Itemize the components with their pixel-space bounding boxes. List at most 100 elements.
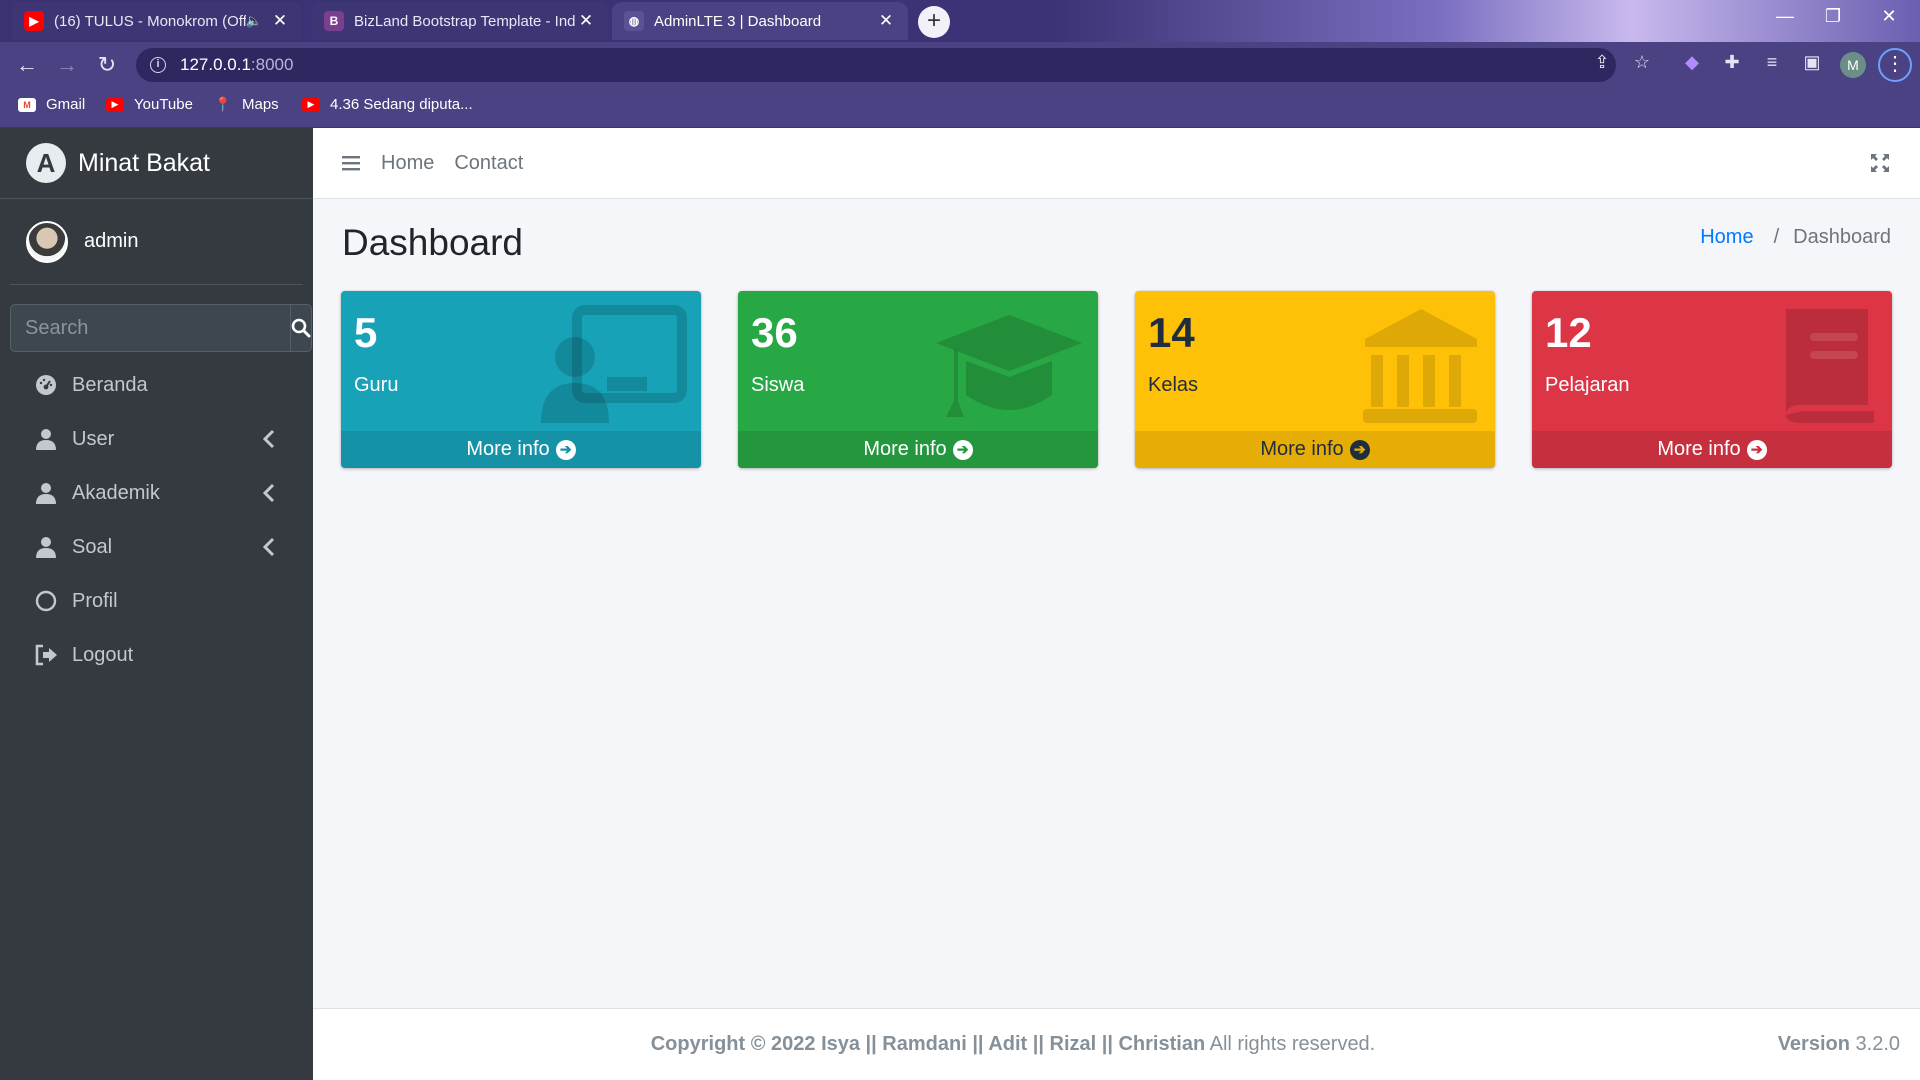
hamburger-menu-icon[interactable]	[341, 153, 361, 173]
stat-value: 14	[1148, 309, 1195, 356]
more-info-link[interactable]: More info ➔	[1532, 431, 1892, 468]
bookmark-label: 4.36 Sedang diputa...	[330, 96, 473, 113]
back-icon[interactable]: ←	[14, 52, 40, 78]
new-tab-button[interactable]: +	[918, 6, 950, 38]
browser-tab-adminlte[interactable]: ◍ AdminLTE 3 | Dashboard ✕	[612, 2, 908, 40]
share-icon[interactable]: ⇪	[1589, 52, 1615, 73]
tab-title: (16) TULUS - Monokrom (Off	[54, 12, 246, 30]
sidebar-item-profil[interactable]: Profil	[10, 576, 303, 626]
more-info-label: More info	[1657, 438, 1741, 460]
chalkboard-teacher-icon	[541, 305, 687, 423]
more-info-label: More info	[863, 438, 947, 460]
brand-name: Minat Bakat	[78, 148, 211, 177]
sidebar-item-akademik[interactable]: Akademik	[10, 468, 303, 518]
sidebar-item-label: Soal	[72, 535, 113, 558]
reload-icon[interactable]: ↻	[94, 52, 120, 78]
youtube-icon: ▶	[302, 97, 320, 112]
sidebar-item-label: User	[72, 427, 115, 450]
profile-avatar[interactable]: M	[1840, 52, 1866, 78]
close-tab-icon[interactable]: ✕	[270, 11, 290, 31]
more-info-label: More info	[466, 438, 550, 460]
chevron-left-icon	[262, 429, 275, 449]
copyright: Copyright © 2022 Isya || Ramdani || Adit…	[313, 1033, 1713, 1056]
stat-label: Kelas	[1148, 374, 1199, 396]
site-info-icon[interactable]: i	[150, 57, 166, 73]
sidebar-item-beranda[interactable]: Beranda	[10, 360, 303, 410]
youtube-icon: ▶	[24, 11, 44, 31]
user-panel[interactable]: admin	[10, 199, 303, 285]
maps-icon: 📍	[214, 96, 232, 112]
close-tab-icon[interactable]: ✕	[576, 11, 596, 31]
more-info-link[interactable]: More info ➔	[1135, 431, 1495, 468]
university-icon	[1363, 309, 1477, 423]
stat-value: 36	[751, 309, 798, 356]
main-footer: Copyright © 2022 Isya || Ramdani || Adit…	[313, 1008, 1920, 1080]
book-icon	[1786, 309, 1874, 423]
user-avatar	[26, 220, 68, 263]
arrow-circle-right-icon: ➔	[952, 439, 973, 460]
stat-label: Guru	[354, 374, 399, 396]
nav-link-contact[interactable]: Contact	[454, 152, 523, 175]
bookmark-youtube[interactable]: ▶ YouTube	[106, 96, 193, 113]
browser-tab-youtube[interactable]: ▶ (16) TULUS - Monokrom (Off 🔈 ✕	[12, 2, 302, 40]
stat-label: Siswa	[751, 374, 805, 396]
close-tab-icon[interactable]: ✕	[876, 11, 896, 31]
bookmark-label: YouTube	[134, 96, 193, 113]
star-icon[interactable]: ☆	[1629, 52, 1655, 73]
stat-cards: 5 Guru More info ➔ 36 Siswa More info ➔ …	[341, 291, 1892, 468]
side-panel-icon[interactable]: ▣	[1799, 52, 1825, 73]
forward-icon[interactable]: →	[54, 52, 80, 78]
globe-icon: ◍	[624, 11, 644, 31]
stat-value: 12	[1545, 309, 1592, 356]
bootstrap-icon: B	[324, 11, 344, 31]
sidebar-menu: Beranda User Akademik Soal Profil Logout	[10, 360, 303, 684]
sign-out-icon	[34, 643, 58, 667]
tab-title: BizLand Bootstrap Template - Ind	[354, 12, 576, 30]
stat-label: Pelajaran	[1545, 374, 1630, 396]
bookmarks-bar: M Gmail ▶ YouTube 📍 Maps ▶ 4.36 Sedang d…	[0, 88, 1920, 128]
more-info-link[interactable]: More info ➔	[738, 431, 1098, 468]
stat-card-guru: 5 Guru More info ➔	[341, 291, 701, 468]
fullscreen-icon[interactable]	[1870, 153, 1890, 173]
sidebar-item-user[interactable]: User	[10, 414, 303, 464]
chevron-left-icon	[262, 537, 275, 557]
stat-card-kelas: 14 Kelas More info ➔	[1135, 291, 1495, 468]
user-icon	[34, 481, 58, 505]
extensions-icon[interactable]: ✚	[1719, 52, 1745, 73]
extension-app-icon[interactable]: ◆	[1679, 52, 1705, 73]
nav-link-home[interactable]: Home	[381, 152, 434, 175]
sidebar-item-soal[interactable]: Soal	[10, 522, 303, 572]
sidebar-item-logout[interactable]: Logout	[10, 630, 303, 680]
brand-link[interactable]: A Minat Bakat	[0, 128, 313, 199]
version: Version 3.2.0	[1778, 1033, 1900, 1056]
minimize-icon[interactable]: —	[1770, 6, 1800, 27]
chevron-left-icon	[262, 483, 275, 503]
browser-tabstrip: ▶ (16) TULUS - Monokrom (Off 🔈 ✕ B BizLa…	[0, 0, 1920, 42]
more-info-link[interactable]: More info ➔	[341, 431, 701, 468]
breadcrumb-home-link[interactable]: Home	[1700, 226, 1753, 249]
bookmark-maps[interactable]: 📍 Maps	[214, 96, 279, 113]
youtube-icon: ▶	[106, 97, 124, 112]
bookmark-youtube-playing[interactable]: ▶ 4.36 Sedang diputa...	[302, 96, 473, 113]
browser-tab-bizland[interactable]: B BizLand Bootstrap Template - Ind ✕	[312, 2, 608, 40]
browser-menu-icon[interactable]: ⋮	[1878, 48, 1912, 82]
bookmark-gmail[interactable]: M Gmail	[18, 96, 85, 113]
restore-icon[interactable]: ❐	[1818, 6, 1848, 27]
sidebar-search-input[interactable]	[10, 304, 290, 352]
breadcrumb-separator: /	[1773, 226, 1780, 248]
tab-title: AdminLTE 3 | Dashboard	[654, 12, 822, 30]
address-bar[interactable]: i 127.0.0.1:8000	[136, 48, 1616, 82]
breadcrumb-current: Dashboard	[1793, 226, 1891, 248]
close-window-icon[interactable]: ✕	[1874, 6, 1904, 27]
sidebar-item-label: Profil	[72, 589, 118, 612]
stat-card-pelajaran: 12 Pelajaran More info ➔	[1532, 291, 1892, 468]
sidebar-search-button[interactable]	[290, 304, 312, 352]
media-queue-icon[interactable]: ≡	[1759, 52, 1785, 73]
bookmark-label: Maps	[242, 96, 279, 113]
tachometer-icon	[34, 373, 58, 397]
page-title: Dashboard	[342, 222, 524, 263]
main-header: Home Contact	[313, 128, 1920, 199]
stat-value: 5	[354, 309, 378, 356]
speaker-icon[interactable]: 🔈	[246, 13, 262, 29]
copyright-text: Copyright © 2022 Isya || Ramdani || Adit…	[650, 1033, 1206, 1055]
